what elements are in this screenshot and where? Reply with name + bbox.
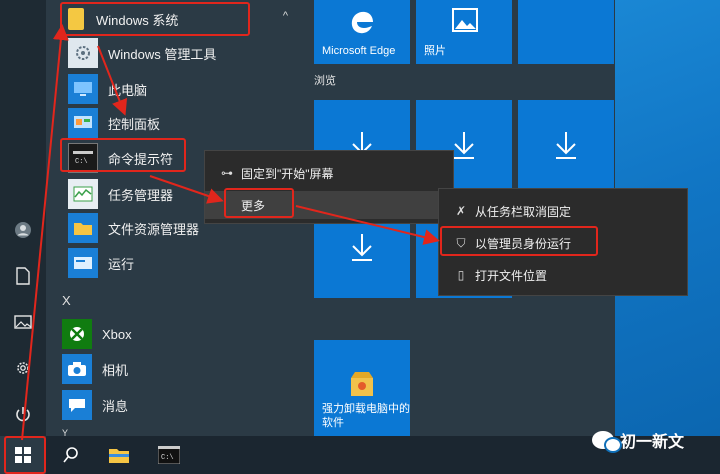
start-button[interactable] xyxy=(0,436,46,474)
menu-item-label: 更多 xyxy=(241,198,266,213)
svg-text:C:\: C:\ xyxy=(75,158,88,165)
download-arrow-icon xyxy=(556,132,576,159)
app-label: 任务管理器 xyxy=(108,187,174,203)
folder-icon xyxy=(109,449,129,463)
documents-icon[interactable] xyxy=(0,256,46,296)
menu-item-more[interactable]: 更多 › xyxy=(205,191,453,219)
camera-icon xyxy=(62,354,92,384)
power-icon[interactable] xyxy=(0,394,46,434)
download-arrow-icon xyxy=(352,234,372,261)
control-panel-icon xyxy=(68,108,98,138)
cmd-icon: C:\ xyxy=(68,143,98,173)
edge-icon xyxy=(351,11,373,34)
taskbar-cmd[interactable]: C:\ xyxy=(146,436,192,474)
shield-icon: ⛉ xyxy=(456,235,466,250)
app-item-camera[interactable]: 相机 xyxy=(62,352,302,386)
task-manager-icon xyxy=(68,179,98,209)
tile-label: 照片 xyxy=(424,45,446,57)
menu-item-unpin-taskbar[interactable]: ✗ 从任务栏取消固定 xyxy=(439,197,687,225)
app-label: 消息 xyxy=(102,398,129,414)
wechat-icon xyxy=(592,431,622,453)
menu-item-run-as-admin[interactable]: ⛉ 以管理员身份运行 xyxy=(439,229,687,257)
context-submenu: ✗ 从任务栏取消固定 ⛉ 以管理员身份运行 ▯ 打开文件位置 xyxy=(438,188,688,296)
app-label: Windows 管理工具 xyxy=(108,46,217,62)
user-avatar-icon[interactable] xyxy=(0,210,46,250)
computer-icon xyxy=(68,74,98,104)
chevron-up-icon: ^ xyxy=(282,10,288,22)
search-button[interactable] xyxy=(48,436,94,474)
tile-uninstall-software[interactable]: 强力卸载电脑中的软件 xyxy=(314,340,410,436)
pictures-icon[interactable] xyxy=(0,302,46,342)
app-label: Xbox xyxy=(102,326,132,342)
group-windows-system[interactable]: Windows 系统 ^ xyxy=(62,2,298,36)
app-item-run[interactable]: 运行 xyxy=(68,246,308,280)
app-label: 此电脑 xyxy=(108,82,148,98)
run-icon xyxy=(68,248,98,278)
menu-item-label: 以管理员身份运行 xyxy=(475,236,572,251)
menu-item-pin-to-start[interactable]: ⊶ 固定到"开始"屏幕 xyxy=(205,159,453,187)
tile-label: Microsoft Edge xyxy=(322,45,396,57)
app-item-messages[interactable]: 消息 xyxy=(62,388,302,422)
menu-item-label: 从任务栏取消固定 xyxy=(475,204,572,219)
app-label: 运行 xyxy=(108,256,135,272)
tile-group-label: 浏览 xyxy=(314,75,336,87)
tile-photos[interactable]: 照片 xyxy=(416,0,512,64)
app-item-xbox[interactable]: Xbox xyxy=(62,317,302,351)
cmd-icon: C:\ xyxy=(158,446,180,464)
message-icon xyxy=(62,390,92,420)
menu-item-label: 打开文件位置 xyxy=(475,268,548,283)
file-location-icon: ▯ xyxy=(457,268,465,282)
menu-item-label: 固定到"开始"屏幕 xyxy=(241,166,334,181)
tile-blank-1[interactable] xyxy=(518,0,614,64)
folder-icon xyxy=(68,213,98,243)
settings-gear-icon[interactable] xyxy=(0,348,46,388)
tile-download-3[interactable] xyxy=(518,100,614,196)
photo-icon xyxy=(452,8,478,32)
app-item-admin-tools[interactable]: Windows 管理工具 xyxy=(68,36,308,70)
watermark: 初一新文 xyxy=(592,428,685,453)
tile-microsoft-edge[interactable]: Microsoft Edge xyxy=(314,0,410,64)
xbox-icon xyxy=(62,319,92,349)
search-icon xyxy=(63,447,78,463)
app-label: 控制面板 xyxy=(108,116,161,132)
section-letter-x[interactable]: X xyxy=(62,293,71,308)
svg-text:C:\: C:\ xyxy=(161,454,174,462)
folder-icon xyxy=(68,8,84,30)
menu-item-open-location[interactable]: ▯ 打开文件位置 xyxy=(439,261,687,289)
unpin-icon: ✗ xyxy=(455,204,467,218)
group-header-label: Windows 系统 xyxy=(96,12,179,28)
app-label: 文件资源管理器 xyxy=(108,221,200,237)
watermark-text: 初一新文 xyxy=(620,434,685,451)
app-label: 相机 xyxy=(102,362,129,378)
package-icon xyxy=(351,372,373,396)
download-arrow-icon xyxy=(454,132,474,159)
context-menu: ⊶ 固定到"开始"屏幕 更多 › xyxy=(204,150,454,224)
taskbar-file-explorer[interactable] xyxy=(96,436,142,474)
app-label: 命令提示符 xyxy=(108,151,174,167)
tile-label: 强力卸载电脑中的软件 xyxy=(322,403,410,429)
app-item-control-panel[interactable]: 控制面板 xyxy=(68,106,308,140)
windows-logo-icon xyxy=(15,447,31,463)
start-left-rail xyxy=(0,0,46,436)
pin-icon: ⊶ xyxy=(221,166,233,180)
gear-icon xyxy=(68,38,98,68)
app-item-this-pc[interactable]: 此电脑 xyxy=(68,72,308,106)
